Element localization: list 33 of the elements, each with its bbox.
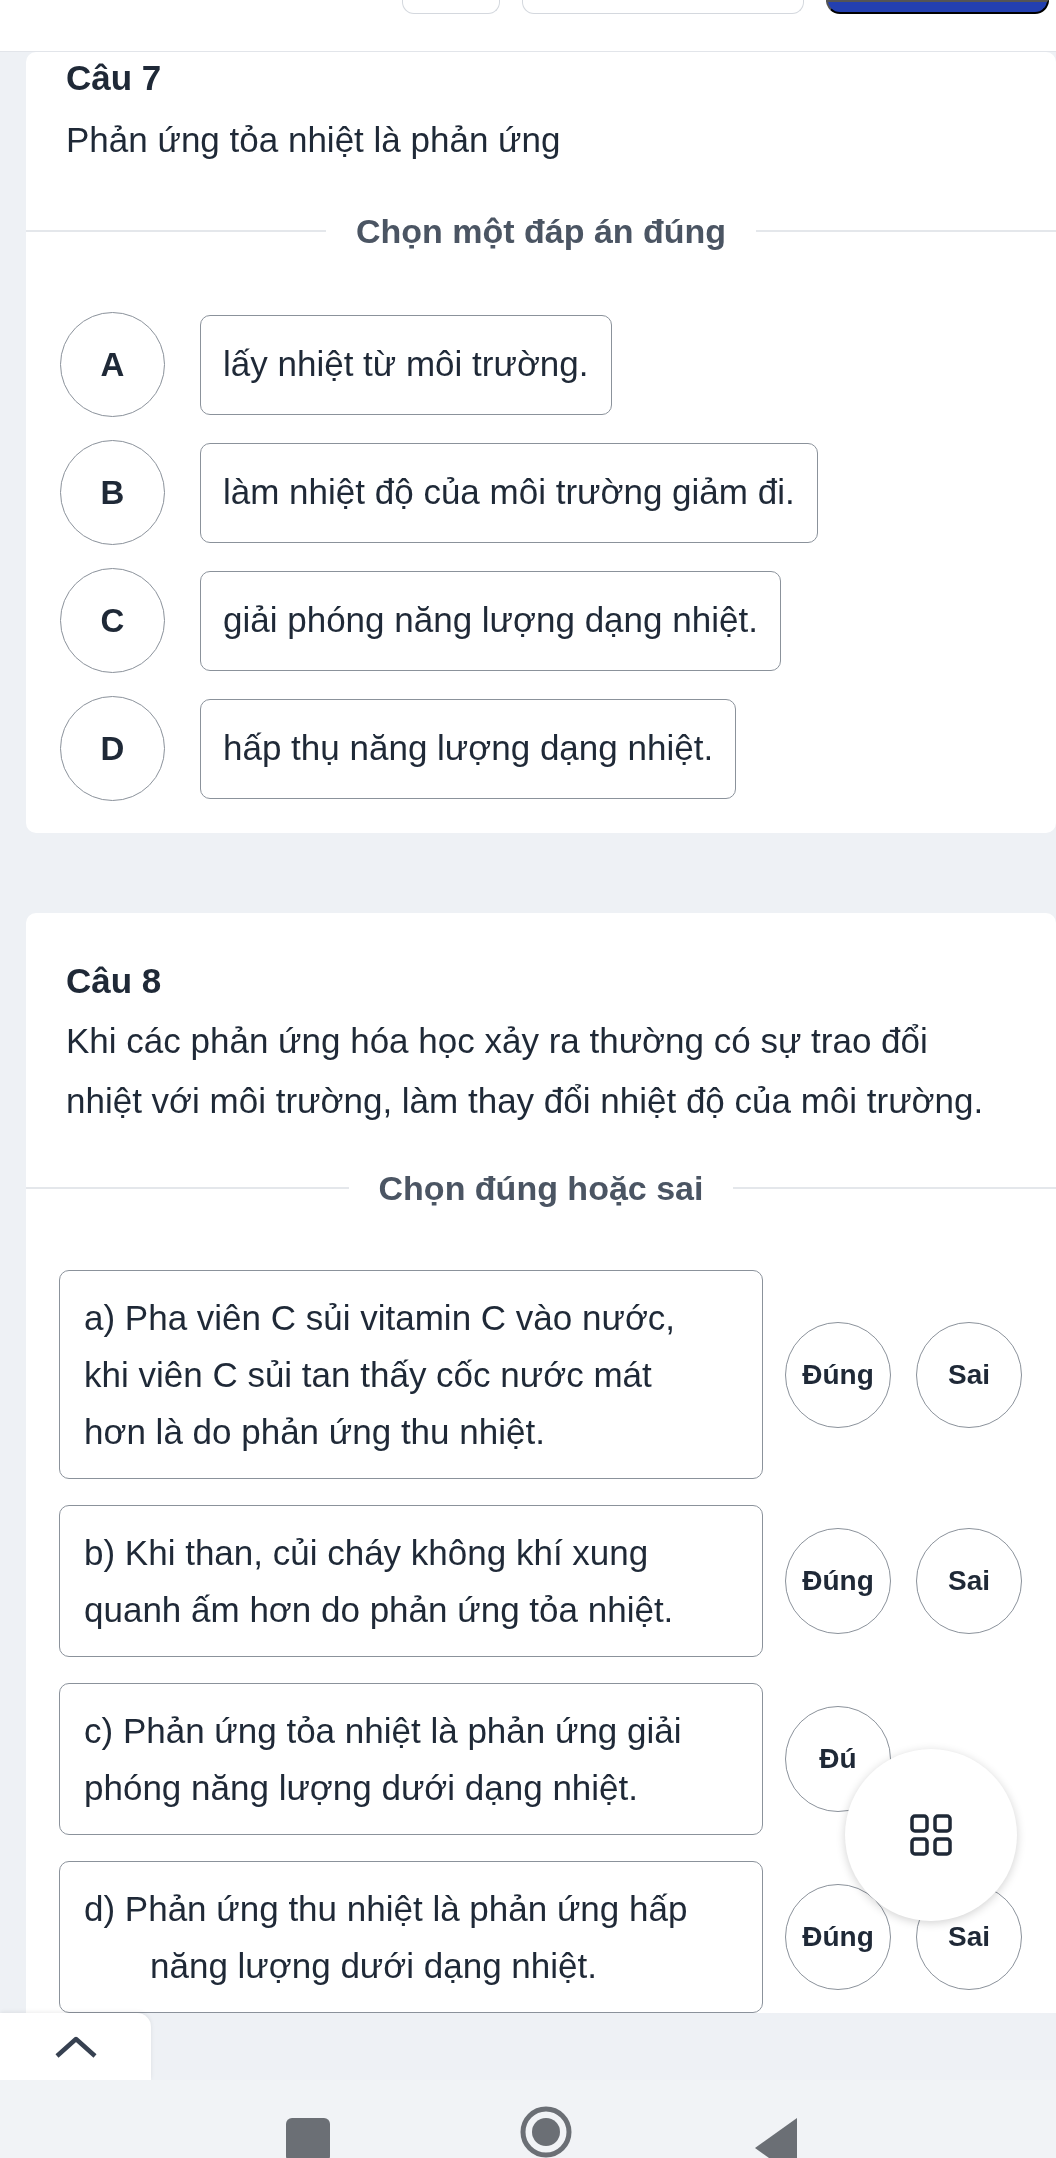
statement-text: khi viên C sủi tan thấy cốc nước mát <box>84 1354 653 1396</box>
answer-button[interactable]: Sai <box>916 1528 1022 1634</box>
statement-text: hơn là do phản ứng thu nhiệt. <box>84 1411 546 1453</box>
option-letter-button[interactable]: A <box>60 312 165 417</box>
toolbar-button[interactable] <box>826 0 1049 14</box>
instruction-text: Chọn đúng hoặc sai <box>378 1168 704 1209</box>
caret-up-icon <box>53 2034 98 2059</box>
statement-text: d) Phản ứng thu nhiệt là phản ứng hấp <box>84 1888 689 1930</box>
statement-text: năng lượng dưới dạng nhiệt. <box>149 1945 598 1987</box>
statement-text: phóng năng lượng dưới dạng nhiệt. <box>84 1767 639 1809</box>
answer-option[interactable]: lấy nhiệt từ môi trường. <box>200 314 612 415</box>
grid-icon <box>909 1813 953 1857</box>
question-text: Khi các phản ứng hóa học xảy ra thường có sự trao đổi nhiệt với môi trường, làm thay đổi nhiệt độ của môi trường. <box>65 1020 985 1122</box>
option-letter-button[interactable]: D <box>60 696 165 801</box>
answer-option[interactable]: hấp thụ năng lượng dạng nhiệt. <box>200 698 737 799</box>
scroll-top-button[interactable] <box>0 2013 151 2080</box>
statement-text: c) Phản ứng tỏa nhiệt là phản ứng giải <box>84 1710 683 1752</box>
answer-button[interactable]: Sai <box>916 1321 1022 1428</box>
triangle-icon[interactable] <box>755 2118 797 2158</box>
answer-option[interactable]: làm nhiệt độ của môi trường giảm đi. <box>200 442 818 543</box>
statement-text: b) Khi than, củi cháy không khí xung <box>84 1532 650 1574</box>
question-number: Câu 8 <box>65 960 163 1002</box>
question-number: Câu 7 <box>65 57 163 99</box>
option-letter-button[interactable]: B <box>60 440 165 545</box>
option-letter-button[interactable]: C <box>60 568 165 673</box>
answer-button[interactable]: Đúng <box>785 1528 891 1634</box>
answer-button[interactable]: Đúng <box>785 1884 891 1990</box>
instruction-text: Chọn một đáp án đúng <box>355 211 727 252</box>
statement-text: quanh ấm hơn do phản ứng tỏa nhiệt. <box>84 1589 675 1631</box>
statement-text: a) Pha viên C sủi vitamin C vào nước, <box>84 1297 677 1339</box>
answer-option[interactable]: giải phóng năng lượng dạng nhiệt. <box>200 570 781 671</box>
question-text: Phản ứng tỏa nhiệt là phản ứng <box>65 119 562 161</box>
answer-button[interactable]: Đúng <box>785 1321 891 1428</box>
